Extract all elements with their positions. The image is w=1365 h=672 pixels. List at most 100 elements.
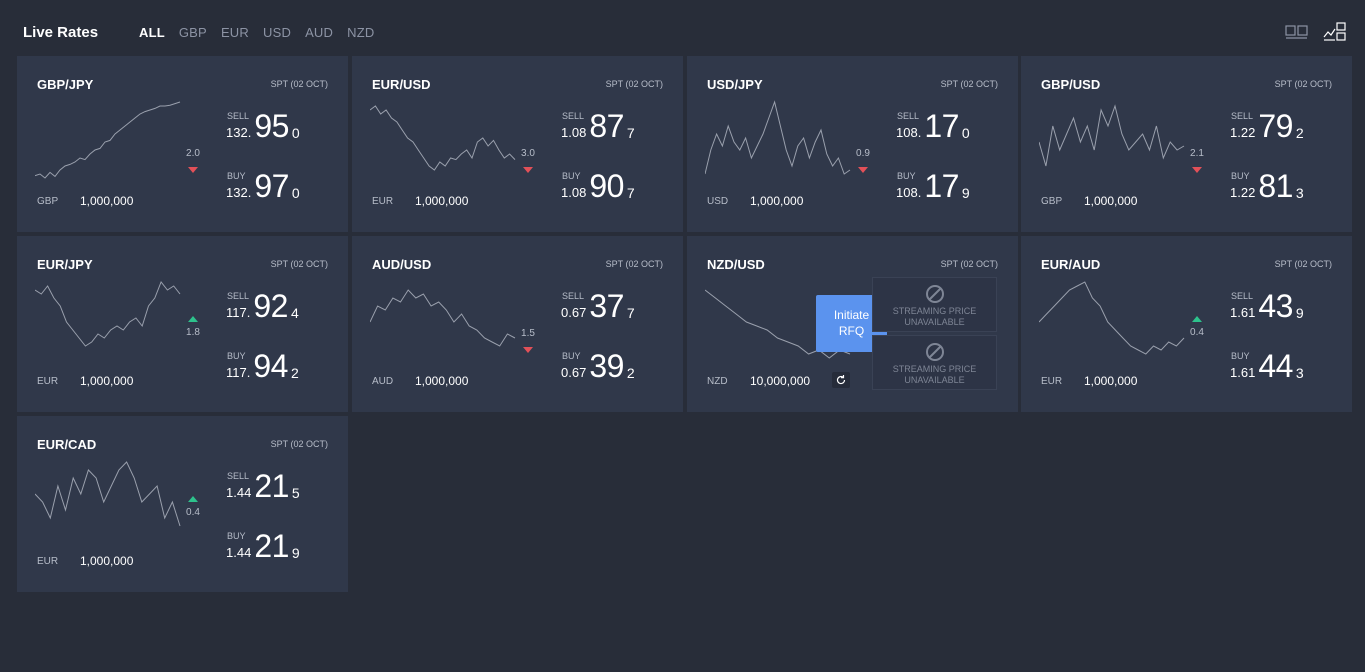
notional-currency: AUD bbox=[372, 376, 394, 387]
spread-value: 3.0 bbox=[521, 148, 535, 159]
arrow-up-icon bbox=[1192, 316, 1202, 322]
sell-pips: 92 bbox=[253, 288, 288, 324]
currency-pair: GBP/USD bbox=[1041, 77, 1101, 92]
notional-input[interactable]: 10,000,000 bbox=[750, 374, 810, 388]
sell-big-figure: 117. bbox=[226, 305, 251, 320]
filter-nzd[interactable]: NZD bbox=[347, 25, 374, 40]
notional-input[interactable]: 1,000,000 bbox=[415, 194, 468, 208]
sell-price-button[interactable]: SELL 108. 17 0 bbox=[896, 108, 1006, 148]
filter-gbp[interactable]: GBP bbox=[179, 25, 207, 40]
sell-fractional-pip: 4 bbox=[290, 305, 299, 321]
settlement-date: SPT (02 OCT) bbox=[605, 259, 663, 269]
currency-pair: AUD/USD bbox=[372, 257, 432, 272]
sell-fractional-pip: 9 bbox=[1295, 305, 1304, 321]
buy-price-button[interactable]: BUY 1.08 90 7 bbox=[561, 168, 671, 208]
filter-eur[interactable]: EUR bbox=[221, 25, 249, 40]
sell-price-button[interactable]: SELL 1.22 79 2 bbox=[1230, 108, 1340, 148]
notional-input[interactable]: 1,000,000 bbox=[80, 374, 133, 388]
sparkline-chart bbox=[370, 289, 516, 347]
buy-big-figure: 1.22 bbox=[1230, 185, 1256, 200]
unavailable-text-1: STREAMING PRICE bbox=[892, 306, 977, 316]
sell-pips: 95 bbox=[254, 108, 289, 144]
tile-aud-usd: AUD/USD SPT (02 OCT) AUD 1,000,000 1.5 SELL … bbox=[352, 236, 683, 412]
notional-input[interactable]: 1,000,000 bbox=[80, 194, 133, 208]
buy-fractional-pip: 2 bbox=[626, 365, 635, 381]
spread-value: 0.4 bbox=[1190, 327, 1204, 338]
filter-usd[interactable]: USD bbox=[263, 25, 291, 40]
settlement-date: SPT (02 OCT) bbox=[605, 79, 663, 89]
notional-currency: GBP bbox=[1041, 196, 1063, 207]
buy-price-button[interactable]: BUY 108. 17 9 bbox=[896, 168, 1006, 208]
notional-input[interactable]: 1,000,000 bbox=[415, 374, 468, 388]
notional-currency: USD bbox=[707, 196, 729, 207]
unavailable-text-2: UNAVAILABLE bbox=[904, 317, 965, 327]
notional-currency: EUR bbox=[1041, 376, 1063, 387]
buy-label: BUY bbox=[227, 351, 246, 361]
buy-price-button[interactable]: BUY 0.67 39 2 bbox=[561, 348, 671, 388]
buy-big-figure: 132. bbox=[226, 185, 252, 200]
buy-price-button[interactable]: BUY 132. 97 0 bbox=[226, 168, 336, 208]
sell-fractional-pip: 5 bbox=[291, 485, 300, 501]
filter-aud[interactable]: AUD bbox=[305, 25, 333, 40]
settlement-date: SPT (02 OCT) bbox=[270, 79, 328, 89]
settlement-date: SPT (02 OCT) bbox=[270, 439, 328, 449]
buy-fractional-pip: 3 bbox=[1295, 365, 1304, 381]
notional-currency: NZD bbox=[707, 376, 728, 387]
buy-price-button[interactable]: BUY 117. 94 2 bbox=[226, 348, 336, 388]
notional-currency: EUR bbox=[37, 376, 59, 387]
sell-label: SELL bbox=[897, 111, 920, 121]
tile-nzd-usd: NZD/USD SPT (02 OCT) NZD 10,000,000 Initiate… bbox=[687, 236, 1018, 412]
price-unavailable-buy: STREAMING PRICE UNAVAILABLE bbox=[872, 335, 997, 390]
buy-fractional-pip: 9 bbox=[961, 185, 970, 201]
sparkline-chart bbox=[1039, 104, 1185, 167]
buy-fractional-pip: 7 bbox=[626, 185, 635, 201]
chart-view-icon[interactable] bbox=[1323, 22, 1347, 42]
buy-pips: 39 bbox=[589, 348, 624, 384]
sell-price-button[interactable]: SELL 1.08 87 7 bbox=[561, 108, 671, 148]
buy-fractional-pip: 9 bbox=[291, 545, 300, 561]
sell-label: SELL bbox=[227, 111, 250, 121]
currency-pair: EUR/USD bbox=[372, 77, 431, 92]
buy-big-figure: 1.61 bbox=[1230, 365, 1256, 380]
notional-input[interactable]: 1,000,000 bbox=[1084, 374, 1137, 388]
sell-big-figure: 1.44 bbox=[226, 485, 252, 500]
rfq-label-line2: RFQ bbox=[838, 324, 865, 338]
buy-fractional-pip: 0 bbox=[291, 185, 300, 201]
sell-price-button[interactable]: SELL 1.44 21 5 bbox=[226, 468, 336, 508]
arrow-down-icon bbox=[523, 167, 533, 173]
sell-price-button[interactable]: SELL 1.61 43 9 bbox=[1230, 288, 1340, 328]
notional-input[interactable]: 1,000,000 bbox=[80, 554, 133, 568]
sparkline-chart bbox=[370, 105, 516, 171]
sparkline-chart bbox=[705, 100, 851, 175]
sell-price-button[interactable]: SELL 132. 95 0 bbox=[226, 108, 336, 148]
prohibited-icon bbox=[925, 285, 944, 303]
sell-price-button[interactable]: SELL 117. 92 4 bbox=[226, 288, 336, 328]
settlement-date: SPT (02 OCT) bbox=[1274, 259, 1332, 269]
notional-input[interactable]: 1,000,000 bbox=[1084, 194, 1137, 208]
currency-pair: EUR/JPY bbox=[37, 257, 93, 272]
sell-big-figure: 1.22 bbox=[1230, 125, 1256, 140]
sell-fractional-pip: 0 bbox=[291, 125, 300, 141]
sell-pips: 37 bbox=[589, 288, 624, 324]
sell-pips: 17 bbox=[924, 108, 959, 144]
buy-label: BUY bbox=[562, 171, 581, 181]
buy-price-button[interactable]: BUY 1.44 21 9 bbox=[226, 528, 336, 568]
spread-value: 2.0 bbox=[186, 148, 200, 159]
buy-pips: 90 bbox=[589, 168, 624, 204]
buy-label: BUY bbox=[1231, 351, 1250, 361]
sparkline-chart bbox=[35, 281, 181, 347]
sell-price-button[interactable]: SELL 0.67 37 7 bbox=[561, 288, 671, 328]
spread-value: 0.4 bbox=[186, 507, 200, 518]
currency-pair: EUR/CAD bbox=[37, 437, 97, 452]
refresh-icon[interactable] bbox=[832, 372, 850, 388]
tile-view-icon[interactable] bbox=[1285, 22, 1309, 42]
buy-price-button[interactable]: BUY 1.61 44 3 bbox=[1230, 348, 1340, 388]
tile-eur-aud: EUR/AUD SPT (02 OCT) EUR 1,000,000 0.4 SELL … bbox=[1021, 236, 1352, 412]
notional-input[interactable]: 1,000,000 bbox=[750, 194, 803, 208]
buy-big-figure: 117. bbox=[226, 365, 251, 380]
filter-all[interactable]: ALL bbox=[139, 25, 165, 40]
sell-big-figure: 132. bbox=[226, 125, 252, 140]
buy-price-button[interactable]: BUY 1.22 81 3 bbox=[1230, 168, 1340, 208]
sell-big-figure: 1.08 bbox=[561, 125, 587, 140]
buy-big-figure: 1.44 bbox=[226, 545, 252, 560]
